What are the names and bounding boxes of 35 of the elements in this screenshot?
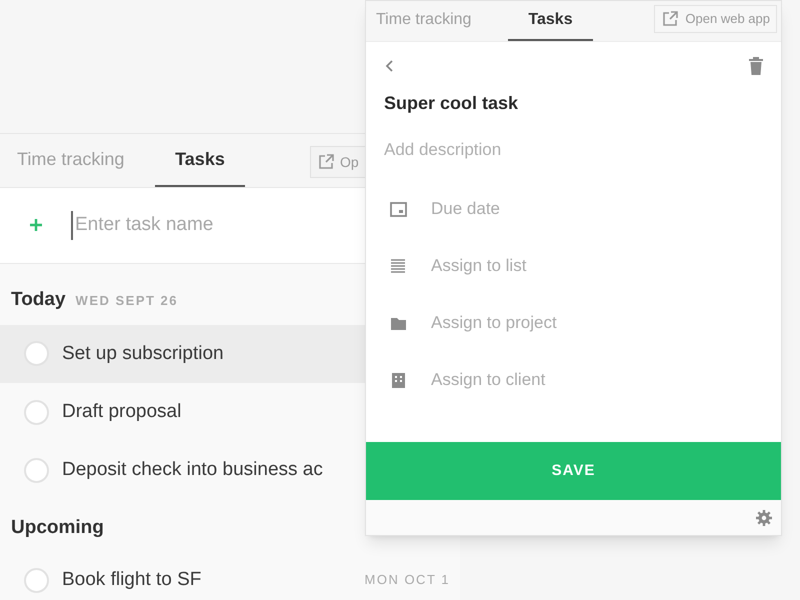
open-web-app-button[interactable]: Open web app bbox=[654, 5, 777, 33]
building-icon bbox=[390, 372, 407, 388]
external-link-icon bbox=[317, 153, 335, 171]
checkbox[interactable] bbox=[24, 341, 49, 366]
settings-button[interactable] bbox=[755, 508, 773, 526]
checkbox[interactable] bbox=[24, 400, 49, 425]
task-date: MON OCT 1 bbox=[364, 571, 450, 590]
section-heading: Upcoming bbox=[11, 516, 104, 540]
tab[interactable]: Time tracking bbox=[0, 134, 155, 187]
task-title-field[interactable]: Super cool task bbox=[384, 90, 763, 117]
calendar-icon bbox=[390, 200, 407, 218]
open-web-app-button[interactable]: Op bbox=[310, 146, 365, 178]
task-row[interactable]: Set up subscription bbox=[0, 324, 365, 384]
tab[interactable]: Tasks bbox=[508, 1, 593, 41]
task-name: Deposit check into business ac bbox=[62, 458, 324, 482]
settings-icon bbox=[755, 508, 773, 526]
description-field[interactable]: Add description bbox=[384, 137, 763, 162]
trash-icon bbox=[749, 57, 763, 75]
field-button[interactable]: Assign to client bbox=[384, 352, 763, 408]
delete-button[interactable] bbox=[749, 57, 763, 75]
task-name: Set up subscription bbox=[62, 342, 225, 366]
section-date: WED SEPT 26 bbox=[76, 292, 178, 310]
checkbox[interactable] bbox=[24, 568, 49, 593]
list-icon bbox=[390, 258, 407, 274]
section-heading: Today bbox=[11, 288, 66, 312]
checkbox[interactable] bbox=[24, 458, 49, 484]
field-button[interactable]: Assign to project bbox=[384, 294, 763, 352]
save-button[interactable]: SAVE bbox=[366, 442, 781, 500]
tab[interactable]: Time tracking bbox=[366, 1, 508, 41]
task-name: Book flight to SF bbox=[62, 568, 202, 592]
external-link-icon bbox=[661, 10, 680, 28]
chevron-left-icon bbox=[384, 59, 394, 73]
field-button[interactable]: Due date bbox=[384, 180, 763, 238]
field-button[interactable]: Assign to list bbox=[384, 238, 763, 294]
task-name: Draft proposal bbox=[62, 400, 182, 424]
